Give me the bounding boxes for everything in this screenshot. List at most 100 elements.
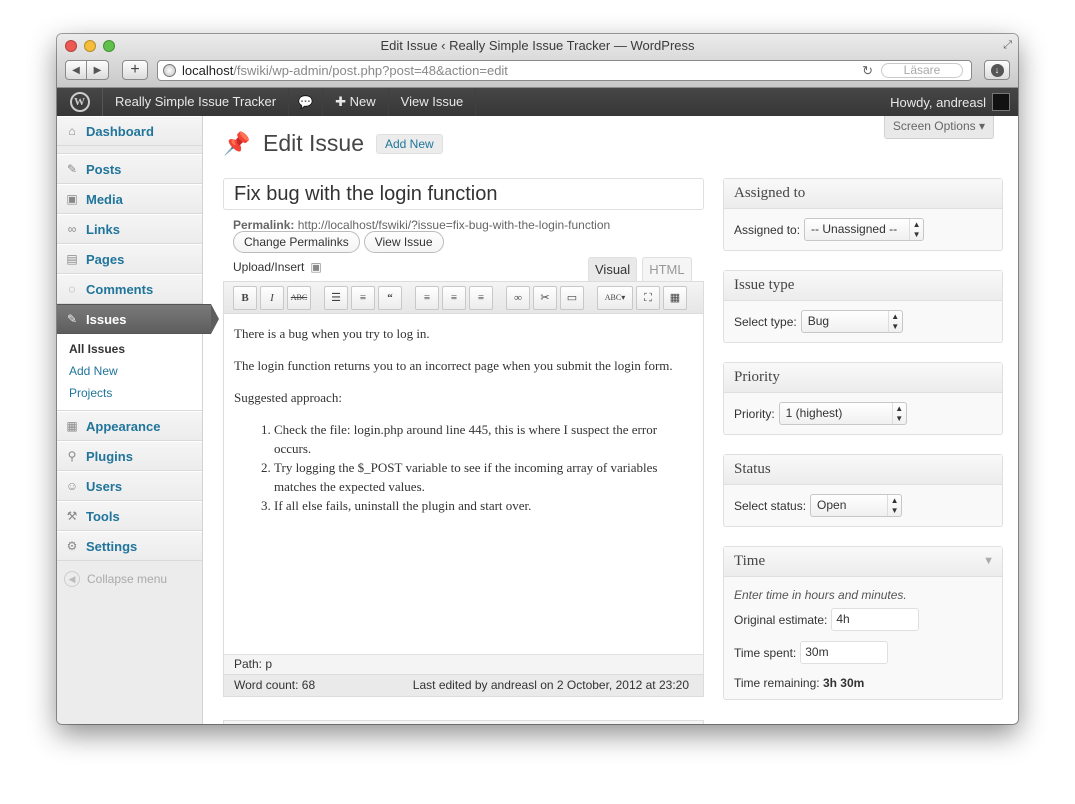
editor-body[interactable]: There is a bug when you try to log in. T… <box>224 314 703 525</box>
sidebar-item-dashboard[interactable]: ⌂ Dashboard <box>57 116 202 146</box>
sidebar-item-pages[interactable]: ▤ Pages <box>57 244 202 274</box>
status-select[interactable]: Open ▲ ▼ <box>810 494 903 517</box>
more-tag-icon[interactable]: ▭ <box>560 285 584 310</box>
collapse-menu[interactable]: ◀ Collapse menu <box>57 561 202 597</box>
sidebar-item-label: Users <box>86 478 123 494</box>
sidebar-item-label: Settings <box>86 538 138 554</box>
sidebar-item-appearance[interactable]: ▦ Appearance <box>57 411 202 441</box>
admin-bar-view-issue[interactable]: View Issue <box>389 88 477 116</box>
sidebar-item-issues[interactable]: ✎ Issues <box>57 304 219 334</box>
reader-button[interactable]: Läsare <box>881 63 963 78</box>
sidebar-item-label: Pages <box>86 251 125 267</box>
select-arrows-icon: ▲ ▼ <box>891 403 906 424</box>
comment-bubble-icon[interactable]: 💬 <box>289 88 324 116</box>
download-icon: ↓ <box>990 63 1004 77</box>
toggle-arrow-icon[interactable]: ▼ <box>983 547 994 576</box>
view-issue-button[interactable]: View Issue <box>363 231 444 253</box>
box-title[interactable]: Issue type <box>724 271 1002 301</box>
downloads-button[interactable]: ↓ <box>984 60 1010 80</box>
permalink-url[interactable]: http://localhost/fswiki/?issue=fix-bug-w… <box>298 218 610 232</box>
original-estimate-input[interactable]: 4h <box>831 608 920 631</box>
path-value[interactable]: p <box>265 657 272 671</box>
type-select[interactable]: Bug ▲ ▼ <box>800 310 903 333</box>
editor-tabs: Visual HTML <box>588 257 692 282</box>
insert-link-icon[interactable]: ∞ <box>506 285 530 310</box>
sidebar-item-links[interactable]: ∞ Links <box>57 214 202 244</box>
align-center-icon[interactable]: ≡ <box>442 285 466 310</box>
fullscreen-icon[interactable]: ⛶ <box>636 285 660 310</box>
priority-select[interactable]: 1 (highest) ▲ ▼ <box>778 402 907 425</box>
add-media-icon[interactable]: ▣ <box>310 260 321 274</box>
time-spent-input[interactable]: 30m <box>800 641 889 664</box>
admin-bar-site-name[interactable]: Really Simple Issue Tracker <box>103 88 290 116</box>
sidebar-item-comments[interactable]: ◌ Comments <box>57 274 202 304</box>
wordpress-logo-icon[interactable]: W <box>57 88 103 116</box>
add-new-button[interactable]: Add New <box>376 133 443 154</box>
numbered-list-icon[interactable]: ≡ <box>351 285 375 310</box>
admin-bar-account[interactable]: Howdy, andreasl <box>878 88 1018 116</box>
admin-bar-new[interactable]: ✚ New <box>323 88 389 116</box>
italic-icon[interactable]: I <box>260 285 284 310</box>
box-title[interactable]: Status <box>724 455 1002 485</box>
collapse-label: Collapse menu <box>87 572 168 586</box>
submenu-add-new[interactable]: Add New <box>57 360 202 382</box>
fullscreen-icon[interactable]: ⤢ <box>1003 39 1012 52</box>
sidebar-item-tools[interactable]: ⚒ Tools <box>57 501 202 531</box>
back-button[interactable]: ◀ <box>65 60 87 80</box>
assigned-select[interactable]: -- Unassigned -- ▲ ▼ <box>804 218 925 241</box>
unlink-icon[interactable]: ✂ <box>533 285 557 310</box>
address-bar[interactable]: localhost/fswiki/wp-admin/post.php?post=… <box>157 60 972 81</box>
tab-html[interactable]: HTML <box>642 257 692 282</box>
forward-button[interactable]: ▶ <box>87 60 109 80</box>
sidebar-item-label: Posts <box>86 161 122 177</box>
bold-icon[interactable]: B <box>233 285 257 310</box>
sidebar-item-settings[interactable]: ⚙ Settings <box>57 531 202 561</box>
permalink-buttons: Change Permalinks View Issue <box>233 231 444 253</box>
menu-separator <box>57 146 202 154</box>
box-title[interactable]: Time ▼ <box>724 547 1002 577</box>
appearance-icon: ▦ <box>66 419 78 433</box>
bullet-list-icon[interactable]: ☰ <box>324 285 348 310</box>
dashboard-icon: ⌂ <box>68 124 76 138</box>
priority-label: Priority: <box>734 406 775 421</box>
spellcheck-icon[interactable]: ABC▾ <box>597 285 633 310</box>
last-edited: Last edited by andreasl on 2 October, 20… <box>412 678 689 692</box>
pin-icon: ✎ <box>66 312 78 326</box>
tab-visual[interactable]: Visual <box>588 257 638 282</box>
sidebar-item-posts[interactable]: ✎ Posts <box>57 154 202 184</box>
box-title[interactable]: Assigned to <box>724 179 1002 209</box>
issue-type-box: Issue type Select type: Bug ▲ ▼ <box>723 270 1003 343</box>
blockquote-icon[interactable]: “ <box>378 285 402 310</box>
sidebar-item-label: Dashboard <box>86 123 154 139</box>
align-left-icon[interactable]: ≡ <box>415 285 439 310</box>
select-arrows-icon: ▲ ▼ <box>887 495 901 516</box>
upload-insert[interactable]: Upload/Insert ▣ <box>233 260 322 274</box>
collapse-arrow-icon: ◀ <box>64 571 80 587</box>
sidebar-item-media[interactable]: ▣ Media <box>57 184 202 214</box>
page-title: Edit Issue <box>263 130 364 156</box>
reload-icon[interactable]: ↻ <box>862 61 873 80</box>
box-title[interactable]: Priority <box>724 363 1002 393</box>
strikethrough-icon[interactable]: ABC <box>287 285 311 310</box>
sidebar-item-label: Links <box>86 221 120 237</box>
submenu-all-issues[interactable]: All Issues <box>57 338 202 360</box>
new-tab-button[interactable]: + <box>122 60 148 80</box>
screen-options-button[interactable]: Screen Options ▾ <box>883 116 994 139</box>
kitchen-sink-icon[interactable]: ▦ <box>663 285 687 310</box>
permalink: Permalink: http://localhost/fswiki/?issu… <box>233 218 610 232</box>
sidebar-item-plugins[interactable]: ⚲ Plugins <box>57 441 202 471</box>
submenu-projects[interactable]: Projects <box>57 382 202 404</box>
issues-submenu: All Issues Add New Projects <box>57 334 202 411</box>
sidebar-item-users[interactable]: ☺ Users <box>57 471 202 501</box>
time-remaining-value: 3h 30m <box>822 676 865 690</box>
editor-paragraph: The login function returns you to an inc… <box>234 358 673 373</box>
next-metabox <box>223 720 704 724</box>
editor-paragraph: Suggested approach: <box>234 390 342 405</box>
align-right-icon[interactable]: ≡ <box>469 285 493 310</box>
browser-titlebar: Edit Issue ‹ Really Simple Issue Tracker… <box>57 34 1018 88</box>
editor-list: Check the file: login.php around line 44… <box>274 420 693 515</box>
title-input[interactable]: Fix bug with the login function <box>223 178 704 210</box>
plus-icon: ✚ <box>335 94 350 109</box>
change-permalinks-button[interactable]: Change Permalinks <box>233 231 360 253</box>
link-icon: ∞ <box>67 222 77 236</box>
